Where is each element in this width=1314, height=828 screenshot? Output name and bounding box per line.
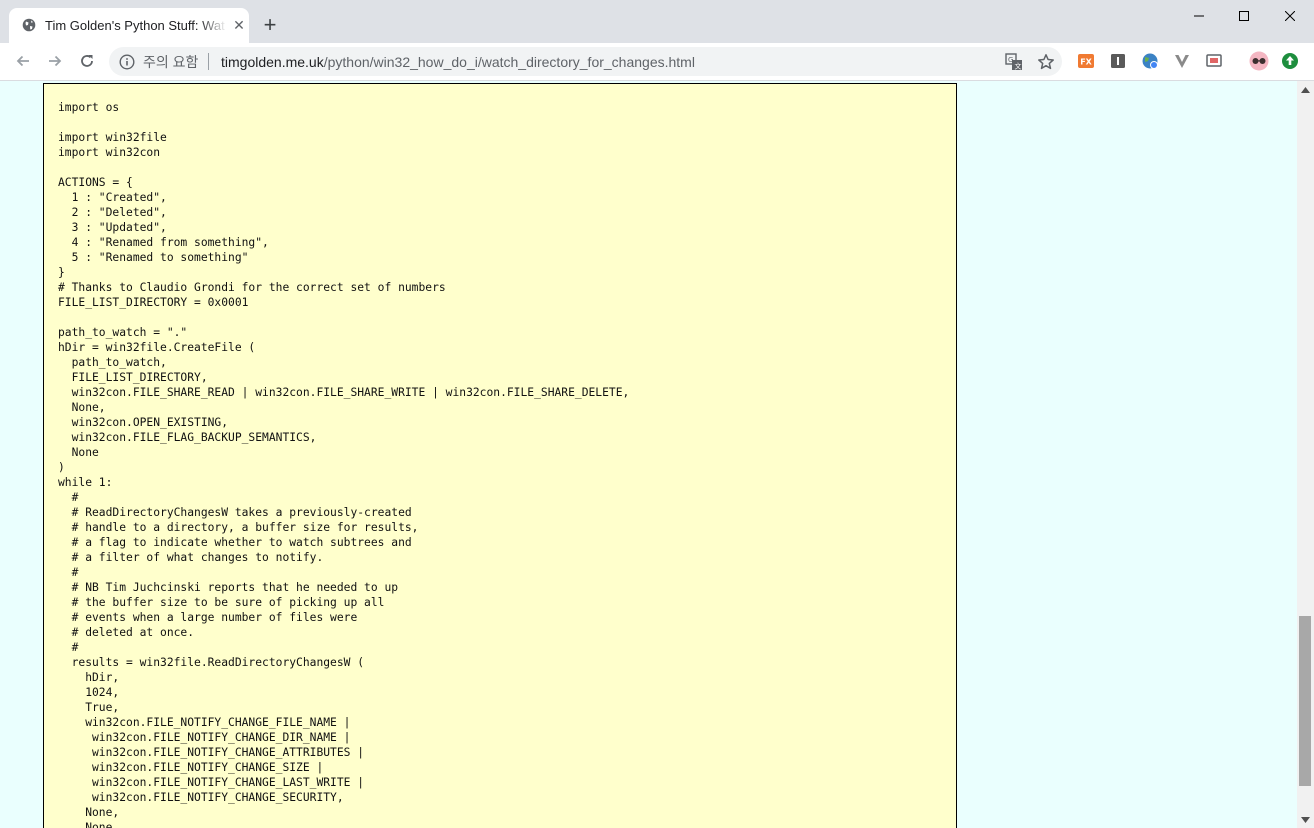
code-line: win32con.OPEN_EXISTING, — [58, 416, 229, 429]
window-close-button[interactable] — [1267, 0, 1313, 32]
code-line: None — [58, 821, 113, 828]
scroll-down-button[interactable] — [1297, 811, 1314, 828]
svg-text:G: G — [1008, 56, 1013, 64]
url-path: /python/win32_how_do_i/watch_directory_f… — [323, 54, 695, 70]
code-line: FILE_LIST_DIRECTORY = 0x0001 — [58, 296, 249, 309]
url-host: timgolden.me.uk — [221, 54, 324, 70]
close-icon[interactable]: ✕ — [231, 17, 247, 33]
page-content: import os import win32file import win32c… — [0, 81, 1297, 828]
vertical-scrollbar[interactable] — [1297, 81, 1314, 828]
code-line: None, — [58, 401, 106, 414]
code-line: win32con.FILE_NOTIFY_CHANGE_LAST_WRITE | — [58, 776, 365, 789]
code-line: while 1: — [58, 476, 113, 489]
triangle-up-icon — [1301, 86, 1310, 93]
code-line: import os — [58, 101, 120, 114]
reload-button[interactable] — [75, 49, 99, 73]
minimize-button[interactable] — [1176, 0, 1222, 32]
browser-window: Tim Golden's Python Stuff: Watch a Direc… — [0, 0, 1314, 828]
scrollbar-thumb[interactable] — [1299, 616, 1311, 786]
globe-extension-icon[interactable] — [1141, 52, 1159, 70]
code-line: # deleted at once. — [58, 626, 195, 639]
code-line: path_to_watch = "." — [58, 326, 188, 339]
code-line: 1 : "Created", — [58, 191, 167, 204]
address-bar[interactable]: 주의 요함 timgolden.me.uk/python/win32_how_d… — [109, 47, 1062, 76]
code-line: ) — [58, 461, 65, 474]
new-tab-button[interactable]: + — [258, 13, 282, 37]
code-line: # a filter of what changes to notify. — [58, 551, 324, 564]
maximize-button[interactable] — [1221, 0, 1267, 32]
tab-title: Tim Golden's Python Stuff: Watch a Direc… — [45, 18, 225, 33]
cast-extension-icon[interactable] — [1205, 52, 1223, 70]
arrow-right-icon — [49, 55, 62, 67]
code-text: import os import win32file import win32c… — [58, 100, 629, 828]
code-line: import win32con — [58, 146, 161, 159]
code-line: 4 : "Renamed from something", — [58, 236, 269, 249]
tab-title-fade — [199, 14, 227, 36]
code-line: ACTIONS = { — [58, 176, 133, 189]
code-line: # handle to a directory, a buffer size f… — [58, 521, 419, 534]
arrow-left-icon — [16, 55, 29, 67]
fx-extension-icon[interactable]: FX — [1077, 52, 1095, 70]
code-line: 2 : "Deleted", — [58, 206, 167, 219]
code-line: win32con.FILE_NOTIFY_CHANGE_DIR_NAME | — [58, 731, 351, 744]
code-line: # the buffer size to be sure of picking … — [58, 596, 385, 609]
code-line: # Thanks to Claudio Grondi for the corre… — [58, 281, 446, 294]
code-line: hDir = win32file.CreateFile ( — [58, 341, 256, 354]
code-line: # — [58, 491, 79, 504]
code-line: win32con.FILE_FLAG_BACKUP_SEMANTICS, — [58, 431, 317, 444]
url-text[interactable]: timgolden.me.uk/python/win32_how_do_i/wa… — [221, 53, 695, 71]
minimize-icon — [1194, 15, 1204, 17]
code-line: None — [58, 446, 99, 459]
info-icon[interactable] — [119, 54, 135, 70]
vivaldi-extension-icon[interactable] — [1173, 52, 1191, 70]
glasses-avatar-icon[interactable] — [1249, 51, 1269, 71]
back-button[interactable] — [11, 49, 35, 73]
code-line: # ReadDirectoryChangesW takes a previous… — [58, 506, 412, 519]
code-line: 3 : "Updated", — [58, 221, 167, 234]
forward-button[interactable] — [43, 49, 67, 73]
tab-active[interactable]: Tim Golden's Python Stuff: Watch a Direc… — [9, 8, 249, 43]
update-arrow-icon[interactable] — [1281, 52, 1299, 70]
code-line: win32con.FILE_NOTIFY_CHANGE_FILE_NAME | — [58, 716, 351, 729]
code-line: win32con.FILE_NOTIFY_CHANGE_ATTRIBUTES | — [58, 746, 365, 759]
window-close-icon — [1285, 11, 1295, 21]
code-line: True, — [58, 701, 120, 714]
code-line: win32con.FILE_NOTIFY_CHANGE_SIZE | — [58, 761, 324, 774]
code-line: 1024, — [58, 686, 120, 699]
code-line: win32con.FILE_NOTIFY_CHANGE_SECURITY, — [58, 791, 344, 804]
code-line: # events when a large number of files we… — [58, 611, 358, 624]
translate-icon[interactable]: G 文 — [1005, 53, 1023, 71]
code-line: results = win32file.ReadDirectoryChanges… — [58, 656, 365, 669]
code-line: # a flag to indicate whether to watch su… — [58, 536, 412, 549]
globe-icon — [22, 18, 36, 32]
code-line: # NB Tim Juchcinski reports that he need… — [58, 581, 399, 594]
code-line: win32con.FILE_SHARE_READ | win32con.FILE… — [58, 386, 630, 399]
scroll-up-button[interactable] — [1297, 81, 1314, 98]
tab-strip: Tim Golden's Python Stuff: Watch a Direc… — [0, 0, 1314, 43]
reload-icon — [81, 55, 93, 67]
omnibox-separator — [208, 53, 209, 70]
svg-text:FX: FX — [1080, 58, 1092, 67]
code-line: FILE_LIST_DIRECTORY, — [58, 371, 208, 384]
code-block: import os import win32file import win32c… — [43, 83, 957, 828]
svg-text:文: 文 — [1015, 62, 1022, 71]
code-line: import win32file — [58, 131, 167, 144]
code-line: None, — [58, 806, 120, 819]
code-line: # — [58, 641, 79, 654]
code-line: hDir, — [58, 671, 120, 684]
maximize-icon — [1239, 11, 1249, 21]
code-line: } — [58, 266, 65, 279]
star-icon[interactable] — [1037, 53, 1055, 71]
code-line: path_to_watch, — [58, 356, 167, 369]
triangle-down-icon — [1301, 816, 1310, 823]
code-line: # — [58, 566, 79, 579]
info-extension-icon[interactable] — [1109, 52, 1127, 70]
security-label[interactable]: 주의 요함 — [143, 53, 198, 71]
code-line: 5 : "Renamed to something" — [58, 251, 249, 264]
